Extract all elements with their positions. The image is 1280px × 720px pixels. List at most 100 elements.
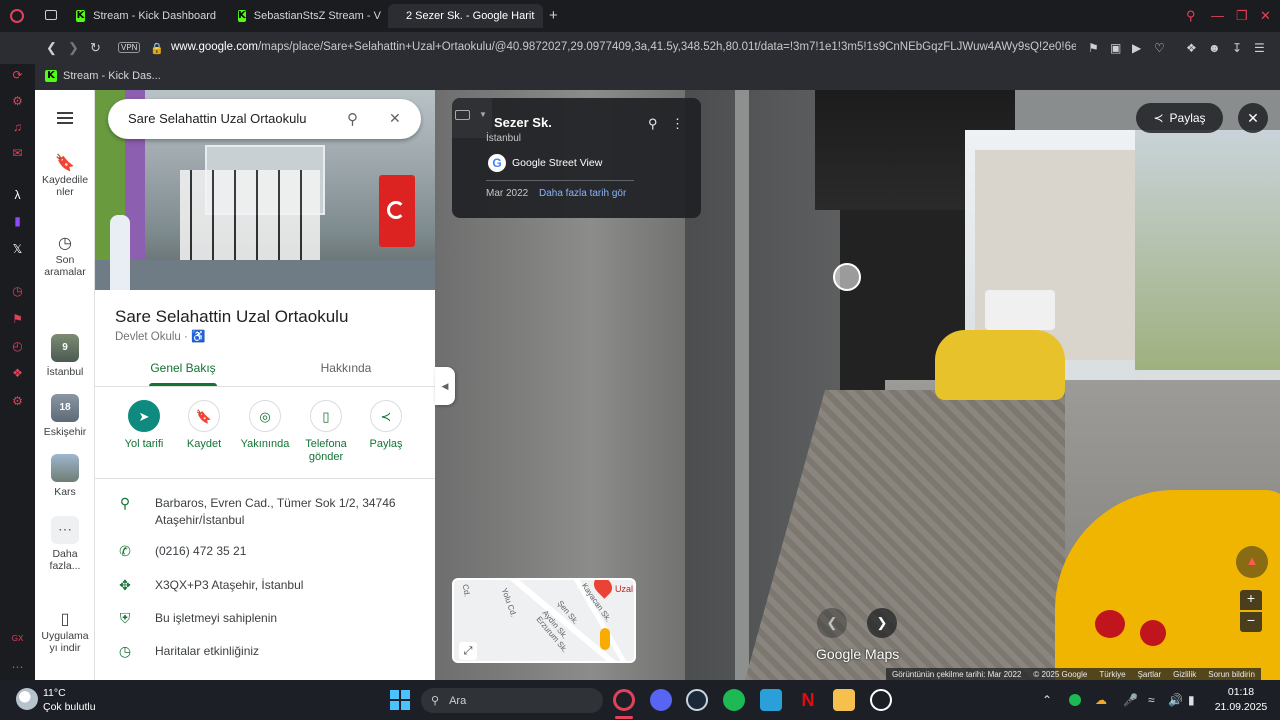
more-sidebar-icon[interactable]: ⋯: [10, 660, 25, 675]
privacy-link[interactable]: Gizlilik: [1173, 670, 1196, 679]
crypto-wallet-icon[interactable]: ⚙: [10, 94, 25, 109]
twitch-icon[interactable]: ▮: [10, 214, 25, 229]
close-street-view-icon[interactable]: ✕: [1238, 103, 1268, 133]
battery-icon[interactable]: ▮: [1188, 693, 1195, 707]
windows-start-icon[interactable]: [390, 690, 410, 710]
save-button[interactable]: 🔖 Kaydet: [174, 400, 234, 451]
rail-more[interactable]: ⋯ Daha fazla...: [35, 516, 95, 572]
extensions-sidebar-icon[interactable]: ❖: [10, 366, 25, 381]
player-icon[interactable]: ♫: [10, 120, 25, 135]
taskbar-search[interactable]: ⚲ Ara: [421, 688, 603, 713]
bookmark-page-icon[interactable]: ⚑: [1088, 41, 1099, 55]
messenger-icon[interactable]: ✉: [10, 146, 25, 161]
url-field[interactable]: www.google.com/maps/place/Sare+Selahatti…: [171, 41, 1076, 53]
tab-kick-stream[interactable]: K SebastianStsZ Stream - V: [228, 4, 388, 28]
rail-saved[interactable]: 🔖 Kaydedile nler: [35, 156, 95, 199]
spotify-taskbar-icon[interactable]: [723, 689, 745, 711]
search-box[interactable]: ⚲ ✕: [108, 99, 421, 139]
tray-app-icon[interactable]: [1069, 694, 1081, 706]
clock-time[interactable]: 01:18: [1217, 686, 1265, 698]
clock-sidebar-icon[interactable]: ◴: [10, 339, 25, 354]
collapse-panel-button[interactable]: ◀: [435, 367, 455, 405]
new-tab-plus-icon[interactable]: +: [549, 7, 558, 24]
bookmark-kick[interactable]: K Stream - Kick Das...: [45, 70, 161, 82]
opera-gx-taskbar-icon[interactable]: [613, 689, 635, 711]
aria-icon[interactable]: ⟳: [10, 68, 25, 83]
file-explorer-taskbar-icon[interactable]: [833, 689, 855, 711]
previous-arrow-icon[interactable]: ❮: [817, 608, 847, 638]
lock-icon[interactable]: 🔒: [150, 42, 164, 55]
tray-cloud-icon[interactable]: ☁: [1095, 693, 1107, 707]
download-icon[interactable]: ↧: [1232, 41, 1242, 55]
rail-istanbul[interactable]: 9 İstanbul: [35, 334, 95, 378]
reload-icon[interactable]: ↻: [90, 40, 101, 56]
pin-sidebar-icon[interactable]: ⚑: [10, 312, 25, 327]
netflix-taskbar-icon[interactable]: N: [797, 689, 819, 711]
minimize-icon[interactable]: —: [1211, 8, 1224, 23]
tray-overflow-icon[interactable]: ⌃: [1042, 693, 1052, 707]
tab-search-icon[interactable]: ⚲: [1186, 8, 1196, 24]
region-link[interactable]: Türkiye: [1099, 670, 1125, 679]
search-input[interactable]: [128, 111, 318, 126]
send-to-phone-button[interactable]: ▯ Telefona gönder: [296, 400, 356, 464]
street-view-minimap[interactable]: Cd. Yolu Cd. Şen Sk. Kayacan Sk. Aydın S…: [452, 578, 636, 663]
place-hero-photo[interactable]: ⚲ ✕: [95, 90, 435, 290]
history-sidebar-icon[interactable]: ◷: [10, 284, 25, 299]
discord-taskbar-icon[interactable]: [650, 689, 672, 711]
share-button[interactable]: ≺ Paylaş: [356, 400, 416, 451]
more-vert-icon[interactable]: ⋮: [671, 116, 684, 132]
next-arrow-icon[interactable]: ❯: [867, 608, 897, 638]
rail-eskisehir[interactable]: 18 Eskişehir: [35, 394, 95, 438]
expand-map-icon[interactable]: ⤢: [459, 642, 477, 660]
app-taskbar-icon[interactable]: [760, 689, 782, 711]
settings-sidebar-icon[interactable]: ⚙: [10, 394, 25, 409]
kick-sidebar-icon[interactable]: λ: [10, 188, 25, 203]
wifi-icon[interactable]: ≈: [1148, 693, 1155, 707]
snapshot-icon[interactable]: ▣: [1110, 41, 1121, 55]
rail-recents[interactable]: ◷ Son aramalar: [35, 236, 95, 279]
location-pin-icon[interactable]: ⚲: [648, 116, 658, 132]
tab-google-maps[interactable]: 2 Sezer Sk. - Google Harit: [388, 4, 543, 28]
extensions-icon[interactable]: ❖: [1186, 41, 1197, 55]
opera-logo-icon[interactable]: [10, 9, 24, 23]
maximize-icon[interactable]: ❐: [1236, 8, 1248, 24]
keyboard-shortcuts-icon[interactable]: ▼: [452, 98, 492, 138]
nearby-button[interactable]: ◎ Yakınında: [235, 400, 295, 451]
directions-button[interactable]: ➤ Yol tarifi: [114, 400, 174, 451]
microphone-icon[interactable]: 🎤: [1123, 693, 1138, 707]
volume-icon[interactable]: 🔊: [1168, 693, 1183, 707]
terms-link[interactable]: Şartlar: [1138, 670, 1162, 679]
weather-cloud-icon[interactable]: [16, 688, 38, 710]
report-problem-link[interactable]: Sorun bildirin: [1208, 670, 1255, 679]
street-view-share-button[interactable]: ≺ Paylaş: [1136, 103, 1223, 133]
tab-overview[interactable]: Genel Bakış: [113, 361, 253, 375]
weather-desc[interactable]: Çok bulutlu: [43, 701, 96, 713]
menu-icon[interactable]: ☰: [1254, 41, 1265, 55]
clock-date[interactable]: 21.09.2025: [1212, 701, 1270, 713]
vpn-badge[interactable]: VPN: [118, 42, 141, 53]
steam-taskbar-icon[interactable]: [686, 689, 708, 711]
tab-kick-dashboard[interactable]: K Stream - Kick Dashboard: [66, 4, 226, 28]
place-marker-icon[interactable]: [833, 263, 861, 291]
obs-taskbar-icon[interactable]: [870, 689, 892, 711]
forward-icon[interactable]: ❯: [68, 40, 79, 56]
clear-search-icon[interactable]: ✕: [389, 110, 401, 127]
rail-kars[interactable]: Kars: [35, 454, 95, 498]
profile-icon[interactable]: ☻: [1208, 41, 1221, 55]
tab-overview-icon[interactable]: [45, 10, 57, 20]
rail-download-app[interactable]: ▯ Uygulama yı indir: [35, 612, 95, 655]
zoom-out-icon[interactable]: −: [1240, 612, 1262, 632]
tab-about[interactable]: Hakkında: [276, 361, 416, 375]
gx-icon[interactable]: GX: [10, 634, 25, 649]
x-twitter-icon[interactable]: 𝕏: [10, 242, 25, 257]
compass-icon[interactable]: ▲: [1236, 546, 1268, 578]
more-dates-link[interactable]: Daha fazla tarih gör: [539, 188, 626, 199]
pegman-icon[interactable]: [600, 628, 610, 650]
close-window-icon[interactable]: ✕: [1260, 8, 1271, 24]
search-icon[interactable]: ⚲: [347, 110, 358, 128]
send-icon[interactable]: ▶: [1132, 41, 1141, 55]
heart-icon[interactable]: ♡: [1154, 41, 1165, 55]
zoom-in-icon[interactable]: +: [1240, 590, 1262, 610]
hamburger-menu-icon[interactable]: [57, 112, 73, 124]
weather-temp[interactable]: 11°C: [43, 687, 66, 699]
